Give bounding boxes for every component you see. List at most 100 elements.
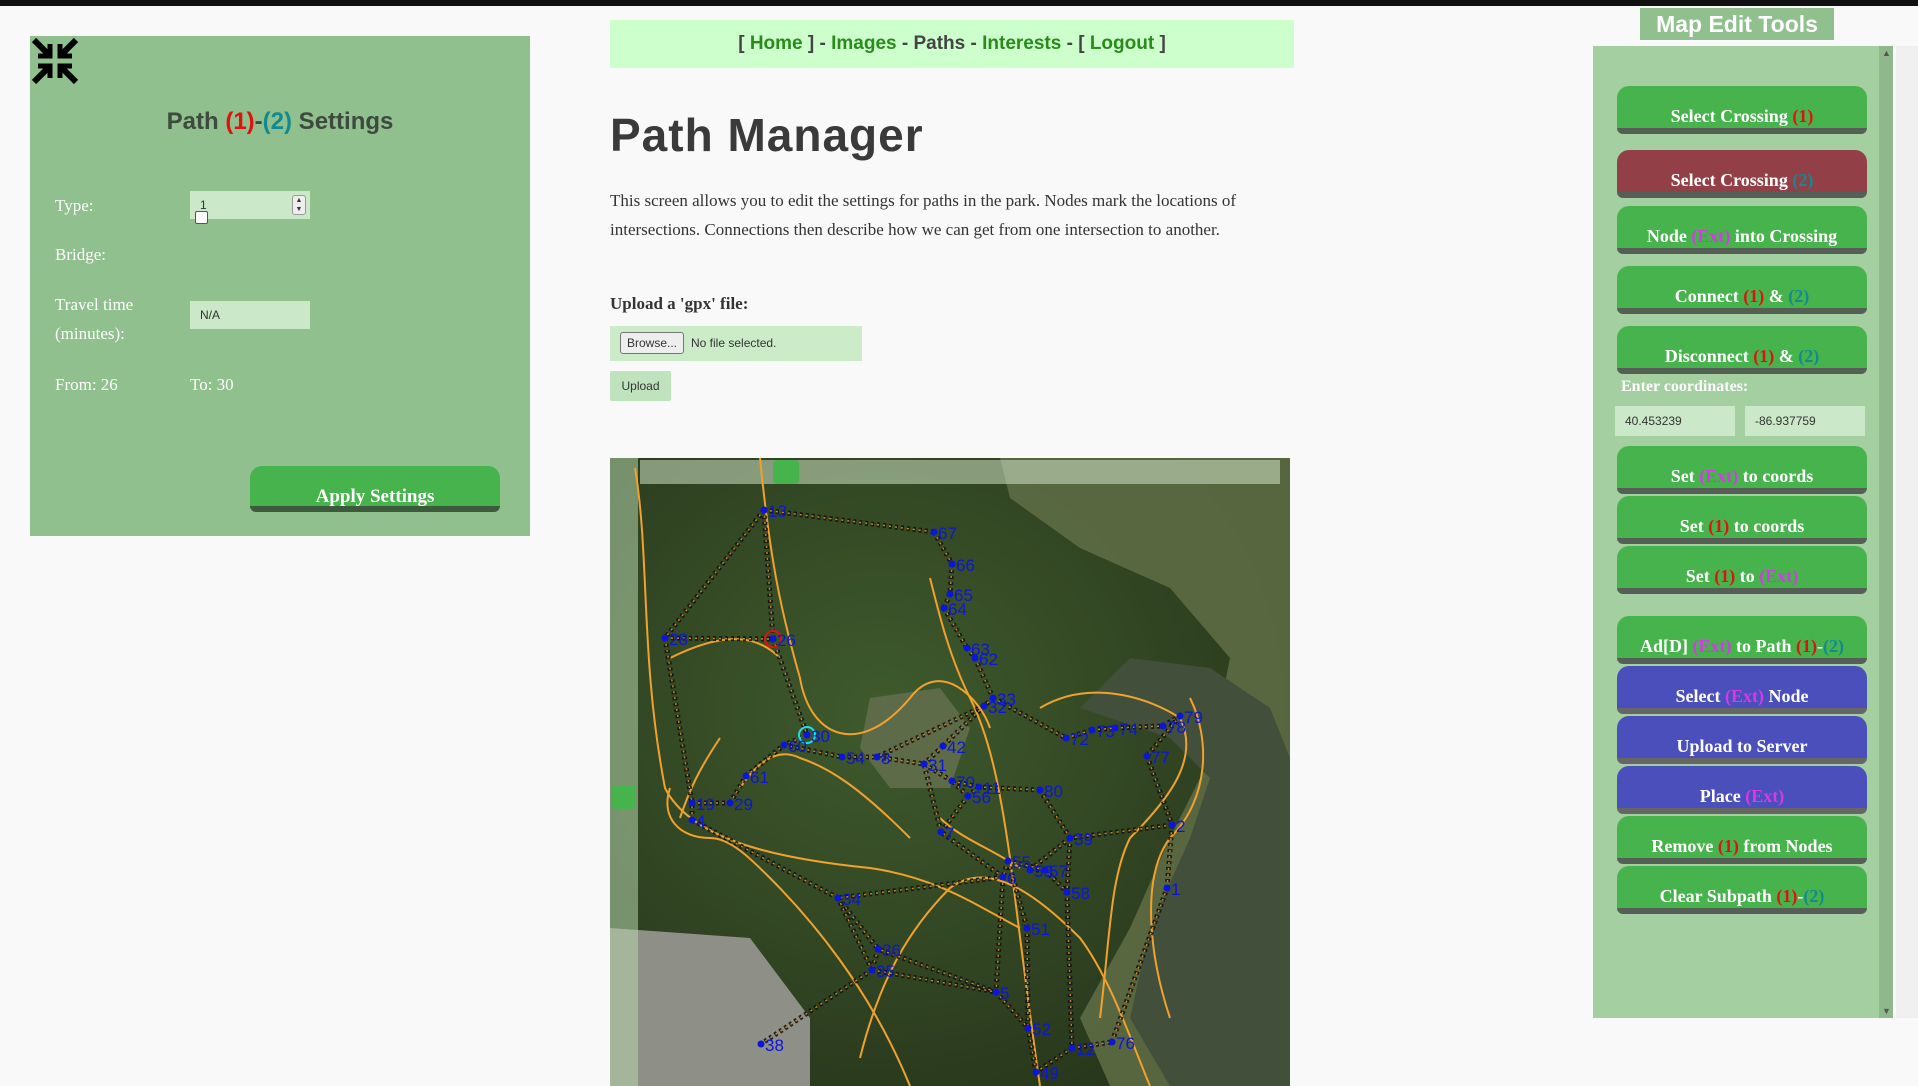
map-handle-top[interactable] [773,460,799,484]
map-node-dot[interactable] [1032,1068,1040,1076]
map-node-label: 60 [788,737,807,756]
map-edit-tools-title: Map Edit Tools [1640,8,1834,40]
type-label: Type: [55,196,94,215]
map-node-dot[interactable] [1163,884,1171,892]
settings-title: Path (1)-(2) Settings [166,108,394,135]
map-node-dot[interactable] [874,945,882,953]
latitude-input[interactable]: 40.453239 [1615,406,1735,436]
map-node-dot[interactable] [948,777,956,785]
map-node-dot[interactable] [834,894,842,902]
map-node-dot[interactable] [1024,1024,1032,1032]
map-node-dot[interactable] [1068,1044,1076,1052]
upload-to-server-button[interactable]: Upload to Server [1617,716,1867,764]
collapse-icon[interactable] [30,36,80,86]
page-scrollbar[interactable] [1896,46,1918,1018]
top-navigation: [ Home ] - Images - Paths - Interests - … [610,20,1294,68]
map-node-label: 64 [948,600,967,619]
map-node-dot[interactable] [939,742,947,750]
travel-time-input[interactable]: N/A [190,301,310,329]
map-node-dot[interactable] [971,654,979,662]
map-node-dot[interactable] [1062,734,1070,742]
map-node-dot[interactable] [873,753,881,761]
map-node-dot[interactable] [964,792,972,800]
map-node-dot[interactable] [688,799,696,807]
map-node-dot[interactable] [1088,726,1096,734]
set-ext-to-coords-button[interactable]: Set (Ext) to coords [1617,446,1867,494]
map-node-dot[interactable] [868,966,876,974]
connect-button[interactable]: Connect (1) & (2) [1617,266,1867,314]
node-ext-into-crossing-button[interactable]: Node (Ext) into Crossing [1617,206,1867,254]
map-node-dot[interactable] [769,635,777,643]
map-node-dot[interactable] [940,604,948,612]
map-node-dot[interactable] [838,753,846,761]
apply-settings-button[interactable]: Apply Settings [250,466,500,512]
map-node-dot[interactable] [1023,924,1031,932]
map-node-dot[interactable] [742,772,750,780]
upload-button[interactable]: Upload [610,371,671,401]
place-ext-button[interactable]: Place (Ext) [1617,766,1867,814]
nav-images-link[interactable]: Images [831,33,896,54]
gpx-file-input[interactable]: Browse... No file selected. [610,326,862,361]
map-handle-left[interactable] [612,785,636,809]
add-ext-to-path-button[interactable]: Ad[D] (Ext) to Path (1)-(2) [1617,616,1867,664]
map-node-dot[interactable] [1143,752,1151,760]
path-map[interactable]: 13 67 66 65 64 28 26 63 62 33 32 79 78 74 73 72 42 30 60 54… [610,458,1290,1086]
select-crossing-1-button[interactable]: Select Crossing (1) [1617,86,1867,134]
map-node-dot[interactable] [1108,1038,1116,1046]
map-node-dot[interactable] [999,873,1007,881]
disconnect-button[interactable]: Disconnect (1) & (2) [1617,326,1867,374]
remove-from-nodes-button[interactable]: Remove (1) from Nodes [1617,816,1867,864]
bridge-checkbox[interactable] [195,211,208,224]
select-crossing-2-button[interactable]: Select Crossing (2) [1617,150,1867,198]
map-node-dot[interactable] [760,506,768,514]
map-node-label: 77 [1151,748,1170,767]
map-node-dot[interactable] [1004,857,1012,865]
set-1-to-coords-button[interactable]: Set (1) to coords [1617,496,1867,544]
map-node-label: 51 [1031,920,1050,939]
clear-subpath-button[interactable]: Clear Subpath (1)-(2) [1617,866,1867,914]
map-node-dot[interactable] [920,760,928,768]
browse-button[interactable]: Browse... [620,332,685,354]
map-node-dot[interactable] [688,816,696,824]
map-node-dot[interactable] [948,560,956,568]
map-node-label: 57 [1049,862,1068,881]
map-node-dot[interactable] [1036,786,1044,794]
map-node-dot[interactable] [930,528,938,536]
tools-scrollbar[interactable]: ▲ ▼ [1879,46,1893,1018]
map-node-dot[interactable] [1041,866,1049,874]
map-node-dot[interactable] [780,741,788,749]
map-node-dot[interactable] [1168,821,1176,829]
map-node-dot[interactable] [980,702,988,710]
scroll-up-arrow[interactable]: ▲ [1882,48,1891,58]
map-node-dot[interactable] [1066,834,1074,842]
map-node-dot[interactable] [757,1040,765,1048]
longitude-input[interactable]: -86.937759 [1745,406,1865,436]
map-node-label: 12 [1076,1040,1095,1059]
map-node-dot[interactable] [661,634,669,642]
type-stepper[interactable]: ▲ ▼ [292,195,306,215]
map-node-dot[interactable] [992,988,1000,996]
map-node-dot[interactable] [1026,866,1034,874]
map-node-dot[interactable] [1159,722,1167,730]
nav-logout-link[interactable]: Logout [1090,33,1154,54]
map-edit-tools-panel: Select Crossing (1) Select Crossing (2) … [1593,46,1893,1018]
nav-home-link[interactable]: Home [750,33,803,54]
map-node-label: 26 [777,631,796,650]
map-node-dot[interactable] [1063,888,1071,896]
map-header-strip [640,460,1280,484]
map-node-label: 34 [842,890,861,909]
select-ext-node-button[interactable]: Select (Ext) Node [1617,666,1867,714]
scroll-down-arrow[interactable]: ▼ [1882,1006,1891,1016]
map-node-label: 36 [882,941,901,960]
set-1-to-ext-button[interactable]: Set (1) to (Ext) [1617,546,1867,594]
map-node-label: 1 [1171,880,1180,899]
map-node-dot[interactable] [726,799,734,807]
map-node-label: 56 [972,788,991,807]
nav-interests-link[interactable]: Interests [982,33,1061,54]
map-node-label: 80 [1044,782,1063,801]
map-node-dot[interactable] [963,644,971,652]
map-node-dot[interactable] [937,828,945,836]
type-input[interactable]: 1 ▲ ▼ [190,191,310,219]
map-node-label: 42 [947,738,966,757]
map-node-dot[interactable] [946,590,954,598]
